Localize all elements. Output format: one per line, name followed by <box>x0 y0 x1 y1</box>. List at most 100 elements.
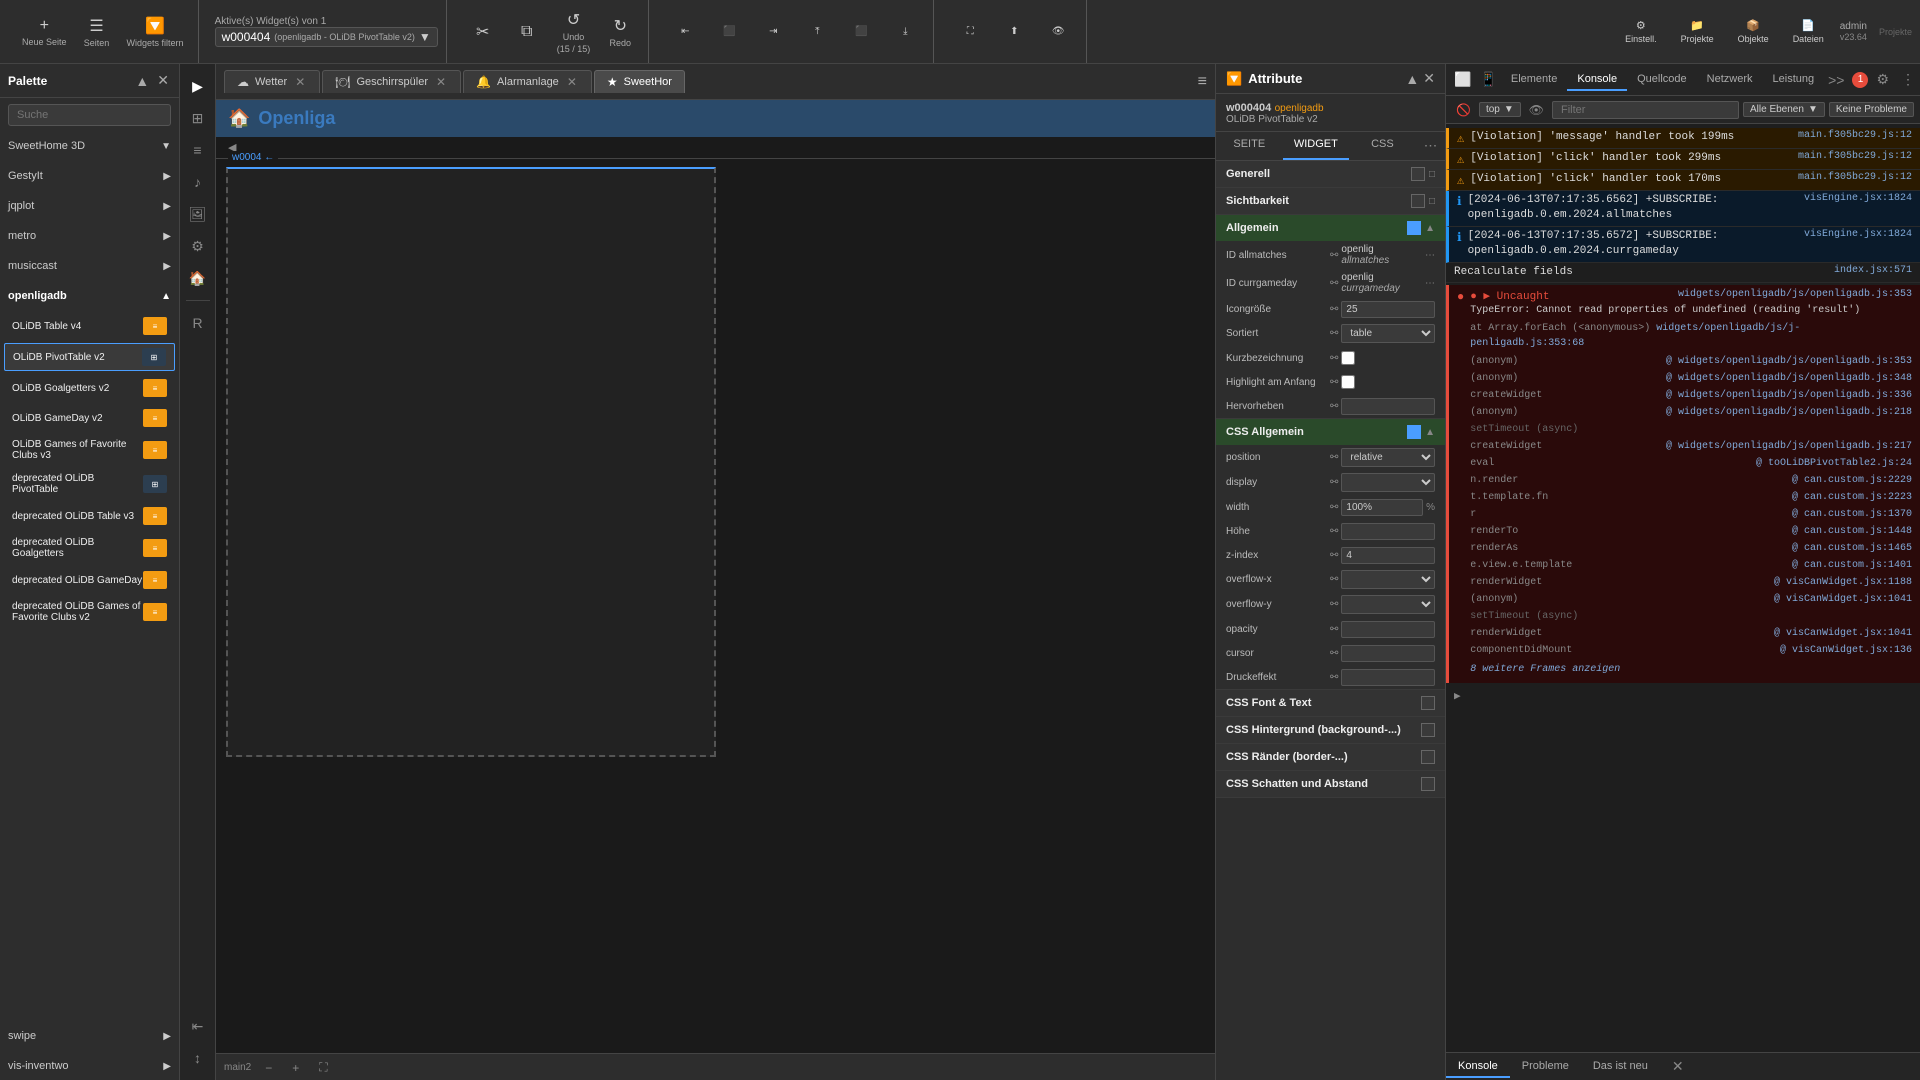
overflow-x-link-icon[interactable]: ⚯ <box>1330 574 1338 585</box>
renderas-link[interactable]: @ can.custom.js:1465 <box>1792 541 1912 556</box>
css-hintergrund-checkbox[interactable] <box>1421 723 1435 737</box>
cursor-link-icon[interactable]: ⚯ <box>1330 648 1338 659</box>
list-item[interactable]: OLiDB Goalgetters v2 ≡ <box>4 375 175 401</box>
expand-row[interactable]: ▶ <box>1446 685 1920 707</box>
zindex-input[interactable] <box>1341 547 1435 564</box>
currgameday-link-icon[interactable]: ⚯ <box>1330 278 1338 289</box>
r-link[interactable]: @ can.custom.js:1370 <box>1792 507 1912 522</box>
anon-vis-link[interactable]: @ visCanWidget.jsx:1041 <box>1774 592 1912 607</box>
attr-section-css-font-header[interactable]: CSS Font & Text <box>1216 690 1445 716</box>
zindex-link-icon[interactable]: ⚯ <box>1330 550 1338 561</box>
tab-seite[interactable]: SEITE <box>1216 132 1283 160</box>
copy-button[interactable]: ⧉ <box>507 19 547 45</box>
sortiert-link-icon[interactable]: ⚯ <box>1330 328 1338 339</box>
druckeffekt-link-icon[interactable]: ⚯ <box>1330 672 1338 683</box>
undo-button[interactable]: ↺ Undo (15 / 15) <box>551 6 597 58</box>
redo-button[interactable]: ↻ Redo <box>600 12 640 52</box>
generell-checkbox[interactable] <box>1411 167 1425 181</box>
widget-container[interactable]: w0004 ← <box>226 167 716 757</box>
align-top-button[interactable]: ⤒ <box>797 22 837 41</box>
category-swipe-header[interactable]: swipe ▶ <box>8 1026 171 1046</box>
align-left-button[interactable]: ⇤ <box>665 22 705 41</box>
opacity-link-icon[interactable]: ⚯ <box>1330 624 1338 635</box>
category-musiccast-header[interactable]: musiccast ▶ <box>8 256 171 276</box>
widgets-filtern-button[interactable]: 🔽 Widgets filtern <box>121 12 190 52</box>
category-openligadb-header[interactable]: openligadb ▲ <box>8 286 171 306</box>
renderwidget-link-1[interactable]: @ visCanWidget.jsx:1188 <box>1774 575 1912 590</box>
allmatches-edit-icon[interactable]: ⋯ <box>1425 250 1435 261</box>
side-settings-button[interactable]: ⚙ <box>184 232 212 260</box>
template-fn-link[interactable]: @ can.custom.js:2223 <box>1792 490 1912 505</box>
eval-link[interactable]: @ toOLiDBPivotTable2.js:24 <box>1756 456 1912 471</box>
side-grid-button[interactable]: ⊞ <box>184 104 212 132</box>
tab-css[interactable]: CSS <box>1349 132 1416 160</box>
geschirrspueler-tab-close[interactable]: ✕ <box>434 75 448 89</box>
attr-section-css-allgemein-header[interactable]: CSS Allgemein ▲ <box>1216 419 1445 445</box>
width-link-icon[interactable]: ⚯ <box>1330 502 1338 513</box>
category-gestyit-header[interactable]: GestyIt ▶ <box>8 166 171 186</box>
bottom-tab-konsole[interactable]: Konsole <box>1446 1056 1510 1078</box>
fullscreen-button[interactable]: ⛶ <box>950 22 990 41</box>
highlight-link-icon[interactable]: ⚯ <box>1330 377 1338 388</box>
create-widget-link-2[interactable]: @ widgets/openligadb/js/openligadb.js:21… <box>1666 439 1912 454</box>
tab-widget[interactable]: WIDGET <box>1283 132 1350 160</box>
side-play-button[interactable]: ▶ <box>184 72 212 100</box>
icongroesse-input[interactable] <box>1341 301 1435 318</box>
projekte-button[interactable]: 📁 Projekte <box>1673 15 1722 48</box>
anon-link-2[interactable]: @ widgets/openligadb/js/openligadb.js:34… <box>1666 371 1912 386</box>
alarmanlage-tab-close[interactable]: ✕ <box>565 75 579 89</box>
list-item[interactable]: OLiDB Games of Favorite Clubs v3 ≡ <box>4 435 175 465</box>
preview-button[interactable]: 👁 <box>1038 22 1078 41</box>
devtools-more-button[interactable]: >> <box>1824 70 1848 90</box>
anon-link-1[interactable]: @ widgets/openligadb/js/openligadb.js:35… <box>1666 354 1912 369</box>
seiten-button[interactable]: ☰ Seiten <box>77 12 117 52</box>
list-item[interactable]: deprecated OLiDB Games of Favorite Clubs… <box>4 597 175 627</box>
attr-section-css-raender-header[interactable]: CSS Ränder (border-...) <box>1216 744 1445 770</box>
devtools-vertical-dots-button[interactable]: ⋮ <box>1897 69 1919 90</box>
hoehe-link-icon[interactable]: ⚯ <box>1330 526 1338 537</box>
tab-sweethor[interactable]: ★ SweetHor <box>594 70 685 93</box>
cursor-input[interactable] <box>1341 645 1435 662</box>
devtools-probleme-dropdown[interactable]: Keine Probleme <box>1829 102 1914 117</box>
tab-alarmanlage[interactable]: 🔔 Alarmanlage ✕ <box>463 70 592 93</box>
widget-selector[interactable]: w000404 (openligadb - OLiDB PivotTable v… <box>215 27 438 47</box>
renderto-link[interactable]: @ can.custom.js:1448 <box>1792 524 1912 539</box>
display-link-icon[interactable]: ⚯ <box>1330 477 1338 488</box>
align-middle-button[interactable]: ⬛ <box>841 22 881 41</box>
sichtbarkeit-checkbox[interactable] <box>1411 194 1425 208</box>
canvas-zoom-in-button[interactable]: + <box>286 1059 305 1077</box>
list-item[interactable]: deprecated OLiDB Goalgetters ≡ <box>4 533 175 563</box>
console-link-2[interactable]: main.f305bc29.js:12 <box>1798 151 1912 162</box>
icongroesse-link-icon[interactable]: ⚯ <box>1330 304 1338 315</box>
attr-tabs-more-button[interactable]: ⋯ <box>1416 132 1445 160</box>
devtools-expand-button[interactable]: ✕ <box>1668 1056 1688 1077</box>
side-home-button[interactable]: 🏠 <box>184 264 212 292</box>
css-raender-checkbox[interactable] <box>1421 750 1435 764</box>
druckeffekt-input[interactable] <box>1341 669 1435 686</box>
tab-geschirrspueler[interactable]: 🍽 Geschirrspüler ✕ <box>322 70 461 93</box>
tab-quellcode[interactable]: Quellcode <box>1627 69 1697 91</box>
bottom-tab-probleme[interactable]: Probleme <box>1510 1056 1581 1078</box>
attr-section-allgemein-header[interactable]: Allgemein ▲ <box>1216 215 1445 241</box>
side-arrow-button[interactable]: ↕ <box>184 1044 212 1072</box>
category-sweethome-header[interactable]: SweetHome 3D ▼ <box>8 136 171 156</box>
devtools-filter-input[interactable] <box>1552 101 1739 119</box>
tab-elemente[interactable]: Elemente <box>1501 69 1567 91</box>
tab-more-button[interactable]: ≡ <box>1198 73 1207 91</box>
hervorheben-link-icon[interactable]: ⚯ <box>1330 401 1338 412</box>
css-schatten-checkbox[interactable] <box>1421 777 1435 791</box>
attr-close-button[interactable]: ✕ <box>1423 70 1435 87</box>
bottom-tab-das-ist-neu[interactable]: Das ist neu <box>1581 1056 1660 1078</box>
error-file-link[interactable]: widgets/openligadb/js/openligadb.js:353 <box>1678 289 1912 305</box>
allmatches-link-icon[interactable]: ⚯ <box>1330 250 1338 261</box>
neue-seite-button[interactable]: + Neue Seite <box>16 13 73 51</box>
side-music-button[interactable]: ♪ <box>184 168 212 196</box>
align-bottom-button[interactable]: ⤓ <box>885 22 925 41</box>
devtools-settings-button[interactable]: ⚙ <box>1872 69 1893 90</box>
export-button[interactable]: ⬆ <box>994 22 1034 41</box>
attr-section-generell-header[interactable]: Generell □ <box>1216 161 1445 187</box>
palette-up-button[interactable]: ▲ <box>133 70 151 91</box>
console-link-3[interactable]: main.f305bc29.js:12 <box>1798 172 1912 183</box>
side-expand-button[interactable]: ⇤ <box>184 1012 212 1040</box>
display-select[interactable] <box>1341 473 1435 492</box>
